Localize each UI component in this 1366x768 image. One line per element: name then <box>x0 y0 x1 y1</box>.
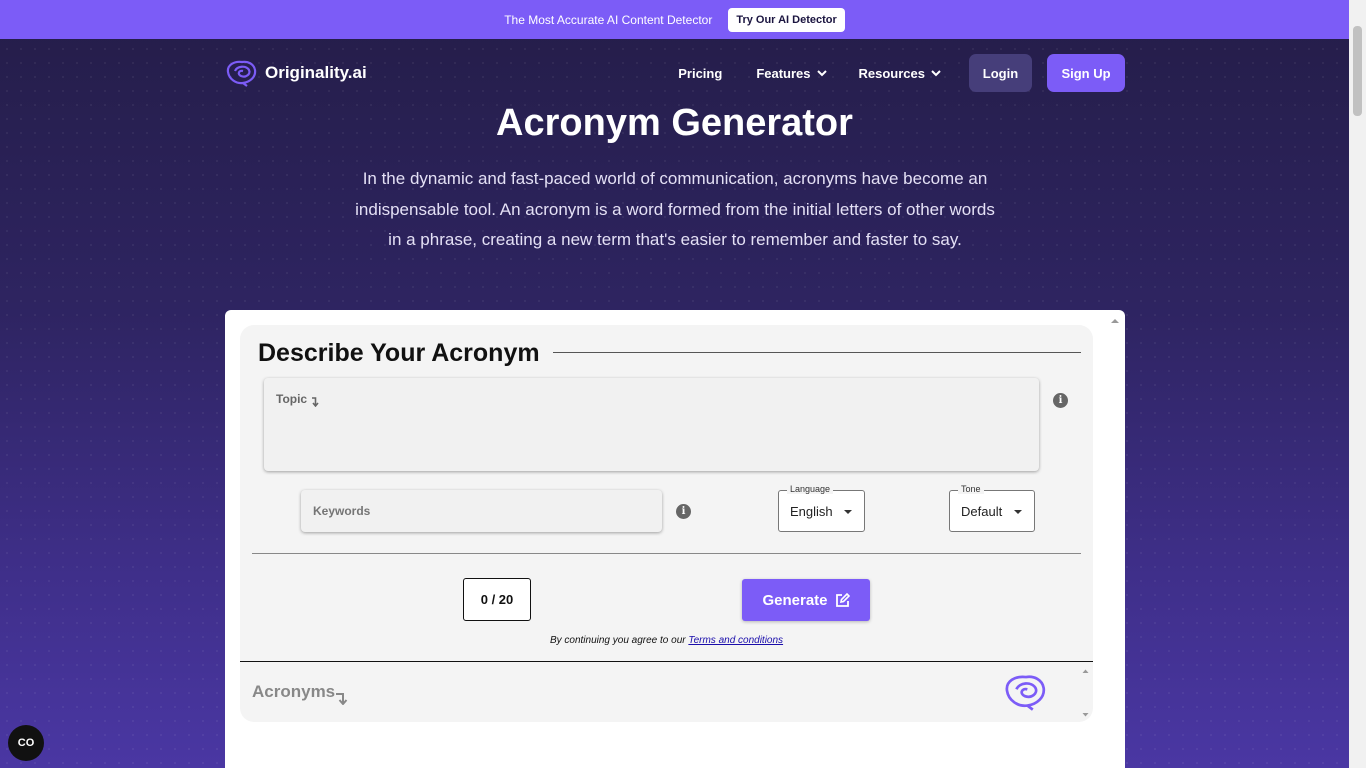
scroll-down-icon <box>1082 713 1089 717</box>
caret-down-icon <box>844 510 852 514</box>
scrollbar-thumb[interactable] <box>1353 26 1362 116</box>
nav-resources-label: Resources <box>858 65 925 81</box>
form-divider <box>252 553 1081 554</box>
chevron-down-icon <box>931 69 941 76</box>
results-section: Acronyms <box>252 682 349 705</box>
nav-features[interactable]: Features <box>756 65 827 81</box>
keywords-input[interactable] <box>301 490 662 532</box>
results-scrollbar[interactable] <box>1078 664 1093 722</box>
nav-pricing[interactable]: Pricing <box>678 66 722 81</box>
keywords-info-icon[interactable]: i <box>676 504 691 519</box>
page-scrollbar[interactable] <box>1349 0 1366 768</box>
brain-logo-icon <box>226 60 257 87</box>
terms-notice: By continuing you agree to our Terms and… <box>240 635 1093 646</box>
generator-form: Describe Your Acronym Topic i i Language… <box>240 325 1093 722</box>
scroll-up-icon <box>1082 669 1089 673</box>
banner-text: The Most Accurate AI Content Detector <box>504 12 713 27</box>
edit-icon <box>835 592 850 607</box>
logo[interactable]: Originality.ai <box>225 59 367 87</box>
top-banner: The Most Accurate AI Content Detector Tr… <box>0 0 1349 39</box>
page: The Most Accurate AI Content Detector Tr… <box>0 0 1349 768</box>
generator-card: Describe Your Acronym Topic i i Language… <box>225 310 1125 768</box>
scroll-up-icon <box>1111 319 1119 323</box>
results-divider <box>240 661 1093 662</box>
topic-label: Topic <box>276 392 308 406</box>
nav-pricing-label: Pricing <box>678 65 723 81</box>
tone-value: Default <box>961 503 1003 519</box>
generate-button[interactable]: Generate <box>742 579 870 621</box>
topic-input[interactable]: Topic <box>264 378 1039 471</box>
arrow-turn-down-icon <box>336 693 348 705</box>
agree-text: By continuing you agree to our <box>549 635 686 646</box>
terms-link[interactable]: Terms and conditions <box>688 635 783 646</box>
chevron-down-icon <box>816 69 827 76</box>
results-title: Acronyms <box>252 682 336 701</box>
logo-text: Originality.ai <box>265 63 367 82</box>
caret-down-icon <box>1014 510 1022 514</box>
try-ai-detector-button[interactable]: Try Our AI Detector <box>728 7 845 32</box>
section-divider <box>553 352 1081 353</box>
language-value: English <box>790 503 833 519</box>
card-scrollbar[interactable] <box>1105 310 1125 768</box>
cookie-settings-button[interactable]: CO <box>8 725 44 761</box>
acronym-counter: 0 / 20 <box>463 578 531 621</box>
nav-links: Pricing Features Resources Login Sign Up <box>678 54 1125 92</box>
page-title: Acronym Generator <box>496 102 853 144</box>
hero-description: In the dynamic and fast-paced world of c… <box>355 169 995 249</box>
arrow-turn-down-icon <box>312 397 320 408</box>
brain-logo-icon <box>1005 675 1046 711</box>
section-title: Describe Your Acronym <box>258 339 540 367</box>
login-button[interactable]: Login <box>969 54 1032 92</box>
topic-info-icon[interactable]: i <box>1053 393 1068 408</box>
nav-features-label: Features <box>756 65 811 81</box>
language-label: Language <box>787 484 834 494</box>
tone-label: Tone <box>958 484 984 494</box>
nav-resources[interactable]: Resources <box>859 66 941 81</box>
main-nav: Originality.ai Pricing Features Resource… <box>225 54 1125 92</box>
signup-button[interactable]: Sign Up <box>1047 54 1125 92</box>
tone-select[interactable]: Tone Default <box>949 484 1035 532</box>
language-select[interactable]: Language English <box>778 484 865 532</box>
generate-label: Generate <box>762 591 828 609</box>
